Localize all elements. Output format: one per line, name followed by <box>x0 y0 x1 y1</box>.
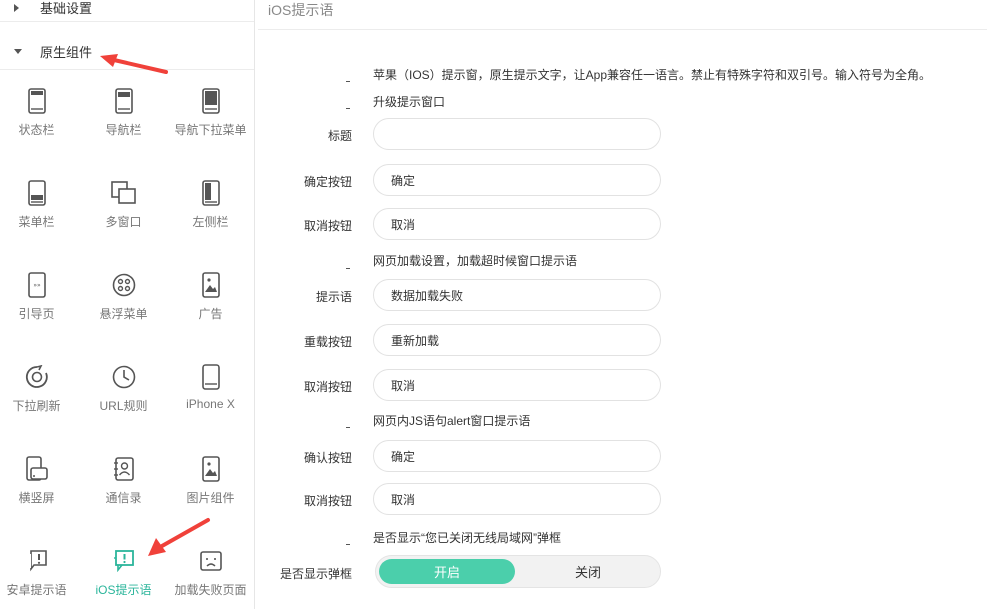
item-image-component[interactable]: 图片组件 <box>168 455 253 525</box>
alert-section-title: 网页内JS语句alert窗口提示语 <box>373 414 531 428</box>
upgrade-section-title: 升级提示窗口 <box>373 95 446 109</box>
refresh-icon <box>25 365 48 388</box>
item-android-prompt[interactable]: 安卓提示语 <box>0 547 79 609</box>
item-label: 悬浮菜单 <box>99 307 148 321</box>
page-title: iOS提示语 <box>268 2 334 18</box>
load-prompt-input[interactable] <box>373 279 661 311</box>
field-label-cancel: 取消按钮 <box>303 380 352 394</box>
field-label-prompt: 提示语 <box>315 290 352 304</box>
item-label: 导航下拉菜单 <box>174 123 247 137</box>
item-label: URL规则 <box>99 399 148 413</box>
item-label: 横竖屏 <box>18 491 55 505</box>
image-icon <box>201 456 220 482</box>
phone-icon <box>27 180 46 206</box>
phone-icon <box>114 88 133 114</box>
toggle-off-option[interactable]: 关闭 <box>518 559 658 584</box>
item-label: 导航栏 <box>105 123 142 137</box>
item-rotate-screen[interactable]: 横竖屏 <box>0 455 79 525</box>
wifi-section-title: 是否显示“您已关闭无线局域网”弹框 <box>373 531 561 545</box>
item-label: 安卓提示语 <box>6 583 67 597</box>
item-floating-menu[interactable]: 悬浮菜单 <box>81 271 166 341</box>
show-dialog-toggle: 开启 关闭 <box>375 555 661 588</box>
item-label: 图片组件 <box>186 491 235 505</box>
item-guide-page[interactable]: »» 引导页 <box>0 271 79 341</box>
upgrade-confirm-input[interactable] <box>373 164 661 196</box>
floating-menu-icon <box>112 273 135 297</box>
title-divider <box>258 29 987 30</box>
ad-image-icon <box>201 272 220 298</box>
item-nav-bar[interactable]: 导航栏 <box>81 87 166 157</box>
item-label: 多窗口 <box>105 215 142 229</box>
dash-marker <box>346 81 350 82</box>
field-label-cancel: 取消按钮 <box>303 219 352 233</box>
item-nav-dropdown[interactable]: 导航下拉菜单 <box>168 87 253 157</box>
dash-marker <box>346 427 350 428</box>
annotation-arrow-icon <box>148 518 210 556</box>
item-label: iOS提示语 <box>95 583 152 597</box>
contacts-icon <box>113 457 134 481</box>
rotate-screen-icon <box>25 456 48 481</box>
phone-icon <box>201 88 220 114</box>
toggle-on-option[interactable]: 开启 <box>379 559 515 584</box>
phone-icon <box>27 88 46 114</box>
alert-icon <box>113 550 134 572</box>
item-pull-refresh[interactable]: 下拉刷新 <box>0 363 79 433</box>
section-basic-settings[interactable]: 基础设置 <box>0 0 254 22</box>
item-label: 左侧栏 <box>192 215 229 229</box>
phone-icon <box>201 364 220 390</box>
upgrade-cancel-input[interactable] <box>373 208 661 240</box>
guide-page-icon: »» <box>27 272 46 298</box>
item-label: 下拉刷新 <box>12 399 61 413</box>
item-label: 引导页 <box>18 307 55 321</box>
expand-arrow-icon <box>14 3 19 12</box>
phone-icon <box>201 180 220 206</box>
dash-marker <box>346 268 350 269</box>
load-cancel-input[interactable] <box>373 369 661 401</box>
item-multi-window[interactable]: 多窗口 <box>81 179 166 249</box>
description-text: 苹果（IOS）提示窗，原生提示文字，让App兼容任一语言。禁止有特殊字符和双引号… <box>373 68 932 82</box>
section-label: 基础设置 <box>40 1 93 16</box>
item-left-sidebar[interactable]: 左侧栏 <box>168 179 253 249</box>
item-label: 菜单栏 <box>18 215 55 229</box>
alert-cancel-input[interactable] <box>373 483 661 515</box>
item-ad[interactable]: 广告 <box>168 271 253 341</box>
item-url-rules[interactable]: URL规则 <box>81 363 166 433</box>
field-label-title: 标题 <box>327 129 352 143</box>
item-label: 状态栏 <box>18 123 55 137</box>
section-label: 原生组件 <box>40 45 93 60</box>
svg-text:»»: »» <box>33 282 41 289</box>
field-label-reload: 重载按钮 <box>303 335 352 349</box>
alert-icon <box>26 550 47 572</box>
item-label: 加载失败页面 <box>174 583 247 597</box>
field-label-cancel: 取消按钮 <box>303 494 352 508</box>
load-reload-input[interactable] <box>373 324 661 356</box>
item-menu-bar[interactable]: 菜单栏 <box>0 179 79 249</box>
sidebar: 基础设置 原生组件 状态栏 导航栏 导航下拉菜单 菜单栏 多窗口 左侧栏 »» … <box>0 0 255 609</box>
clock-icon <box>112 365 135 389</box>
upgrade-title-input[interactable] <box>373 118 661 150</box>
item-status-bar[interactable]: 状态栏 <box>0 87 79 157</box>
annotation-arrow-icon <box>100 54 168 74</box>
load-section-title: 网页加载设置，加载超时候窗口提示语 <box>373 254 578 268</box>
multi-window-icon <box>110 181 136 204</box>
dash-marker <box>346 108 350 109</box>
item-iphone-x[interactable]: iPhone X <box>168 363 253 433</box>
item-label: 通信录 <box>105 491 142 505</box>
dash-marker <box>346 544 350 545</box>
item-label: 广告 <box>198 307 223 321</box>
field-label-confirm: 确定按钮 <box>303 175 352 189</box>
item-contacts[interactable]: 通信录 <box>81 455 166 525</box>
collapse-arrow-icon <box>14 49 22 54</box>
alert-confirm-input[interactable] <box>373 440 661 472</box>
item-label: iPhone X <box>186 397 235 411</box>
field-label-show-dialog: 是否显示弹框 <box>279 567 352 581</box>
field-label-confirm: 确认按钮 <box>303 451 352 465</box>
